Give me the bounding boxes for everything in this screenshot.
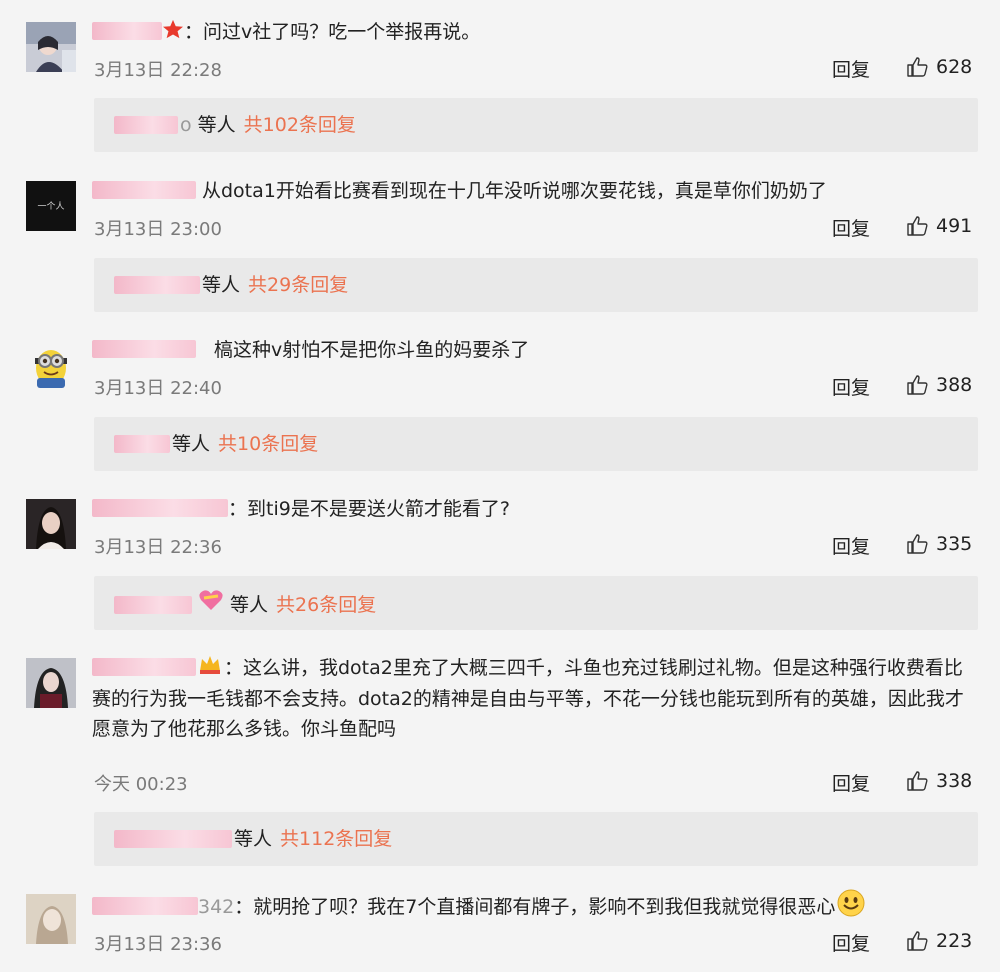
thumb-up-icon bbox=[907, 375, 928, 395]
comment-text: ：这么讲，我dota2里充了大概三四千，斗鱼也充过钱刷过礼物。但是这种强行收费看… bbox=[92, 657, 964, 740]
username-tail: 342 bbox=[198, 896, 235, 918]
timestamp: 今天 00:23 bbox=[94, 774, 188, 795]
like-count: 388 bbox=[936, 374, 973, 396]
sub-reply-username bbox=[114, 116, 178, 134]
sub-reply-username bbox=[114, 595, 192, 614]
star-badge-icon bbox=[162, 18, 184, 48]
timestamp: 3月13日 23:36 bbox=[94, 934, 222, 955]
crown-badge-icon bbox=[198, 653, 222, 684]
username[interactable] bbox=[92, 22, 162, 40]
sub-reply-count-link[interactable]: 共10条回复 bbox=[218, 429, 318, 459]
sub-replies-box[interactable]: 等人 共29条回复 bbox=[94, 258, 978, 312]
comment-text: ：就明抢了呗？我在7个直播间都有牌子，影响不到我但我就觉得很恶心 bbox=[234, 896, 836, 918]
like-count: 223 bbox=[936, 930, 973, 952]
timestamp: 3月13日 22:28 bbox=[94, 60, 222, 81]
thumb-up-icon bbox=[907, 57, 928, 77]
thumb-up-icon bbox=[907, 534, 928, 554]
username[interactable] bbox=[92, 658, 196, 676]
sub-reply-waiting: 等人 bbox=[202, 274, 241, 296]
avatar[interactable] bbox=[26, 340, 76, 390]
sub-reply-count-link[interactable]: 共29条回复 bbox=[248, 270, 348, 300]
avatar-image bbox=[26, 658, 76, 708]
like-button[interactable]: 335 bbox=[906, 532, 972, 556]
like-count: 338 bbox=[936, 770, 973, 792]
comment-text: 槁这种v射怕不是把你斗鱼的妈要杀了 bbox=[214, 339, 530, 361]
avatar-image bbox=[26, 340, 76, 390]
sub-reply-waiting: 等人 bbox=[230, 593, 269, 616]
timestamp: 3月13日 22:40 bbox=[94, 378, 222, 399]
sub-replies-box[interactable]: 等人 共10条回复 bbox=[94, 417, 978, 471]
username[interactable] bbox=[92, 897, 198, 915]
like-button[interactable]: 223 bbox=[906, 929, 972, 953]
timestamp: 3月13日 23:00 bbox=[94, 219, 222, 240]
thumb-up-icon bbox=[907, 216, 928, 236]
avatar-text: 一个人 bbox=[37, 202, 65, 212]
avatar-image bbox=[26, 22, 76, 72]
sub-reply-count-link[interactable]: 共102条回复 bbox=[244, 110, 356, 140]
comment-text: 从dota1开始看比赛看到现在十几年没听说哪次要花钱，真是草你们奶奶了 bbox=[202, 180, 827, 202]
avatar[interactable] bbox=[26, 658, 76, 708]
avatar[interactable] bbox=[26, 894, 76, 944]
smile-emoji-icon bbox=[837, 889, 865, 926]
like-count: 335 bbox=[936, 533, 973, 555]
comment-text: ：到ti9是不是要送火箭才能看了? bbox=[228, 498, 510, 520]
timestamp: 3月13日 22:36 bbox=[94, 537, 222, 558]
sub-reply-waiting: 等人 bbox=[172, 433, 211, 455]
username[interactable] bbox=[92, 181, 196, 199]
reply-button[interactable]: 回复 bbox=[832, 929, 870, 956]
thumb-up-icon bbox=[907, 771, 928, 791]
username[interactable] bbox=[92, 340, 196, 358]
thumb-up-icon bbox=[907, 931, 928, 951]
heart-emoji-icon bbox=[198, 588, 224, 621]
username[interactable] bbox=[92, 499, 228, 517]
sub-reply-username bbox=[114, 276, 200, 294]
avatar[interactable] bbox=[26, 22, 76, 72]
like-count: 628 bbox=[936, 56, 973, 78]
sub-reply-username bbox=[114, 830, 232, 848]
reply-button[interactable]: 回复 bbox=[832, 373, 870, 400]
reply-button[interactable]: 回复 bbox=[832, 769, 870, 796]
sub-replies-box[interactable]: o 等人 共102条回复 bbox=[94, 98, 978, 152]
sub-reply-waiting: 等人 bbox=[197, 114, 236, 136]
like-count: 491 bbox=[936, 215, 973, 237]
like-button[interactable]: 388 bbox=[906, 373, 972, 397]
sub-replies-box[interactable]: 等人 共26条回复 bbox=[94, 576, 978, 630]
reply-button[interactable]: 回复 bbox=[832, 214, 870, 241]
avatar-image bbox=[26, 894, 76, 944]
sub-reply-username bbox=[114, 435, 170, 453]
like-button[interactable]: 491 bbox=[906, 214, 972, 238]
sub-reply-count-link[interactable]: 共26条回复 bbox=[276, 590, 376, 620]
like-button[interactable]: 628 bbox=[906, 55, 972, 79]
sub-reply-count-link[interactable]: 共112条回复 bbox=[280, 824, 392, 854]
sub-replies-box[interactable]: 等人 共112条回复 bbox=[94, 812, 978, 866]
reply-button[interactable]: 回复 bbox=[832, 55, 870, 82]
like-button[interactable]: 338 bbox=[906, 769, 972, 793]
comment-text: ：问过v社了吗？吃一个举报再说。 bbox=[184, 21, 481, 43]
reply-button[interactable]: 回复 bbox=[832, 532, 870, 559]
avatar-image bbox=[26, 499, 76, 549]
sub-reply-waiting: 等人 bbox=[234, 828, 273, 850]
avatar[interactable] bbox=[26, 499, 76, 549]
avatar[interactable]: 一个人 bbox=[26, 181, 76, 231]
sub-reply-username-tail: o bbox=[180, 114, 192, 136]
